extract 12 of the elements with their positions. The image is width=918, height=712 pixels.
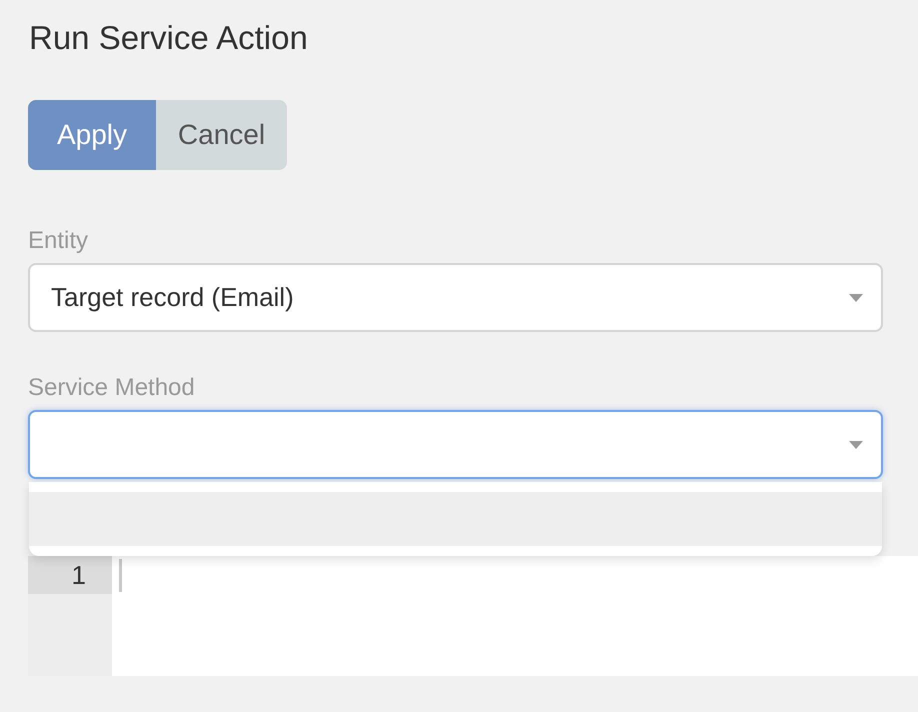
dropdown-option[interactable]	[29, 492, 882, 546]
field-label: Service Method	[28, 373, 196, 403]
apply-button[interactable]: Apply	[28, 100, 156, 170]
line-number: 1	[28, 556, 112, 594]
caret-icon	[849, 294, 863, 302]
select-field[interactable]: Target record (Email)	[28, 263, 883, 332]
caret-icon	[849, 440, 863, 448]
field-label: Entity	[28, 226, 90, 256]
select-field[interactable]	[28, 410, 883, 479]
code-editor[interactable]	[112, 556, 918, 676]
cancel-button[interactable]: Cancel	[156, 100, 287, 170]
page-title: Run Service Action	[29, 18, 309, 58]
